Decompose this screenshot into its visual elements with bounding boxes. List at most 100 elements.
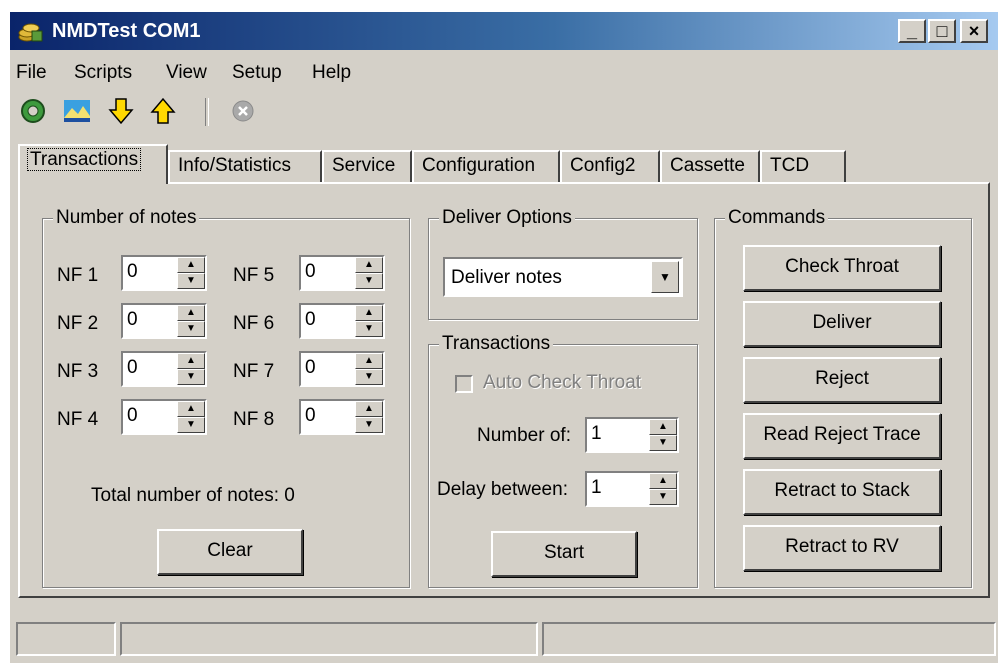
tab-cassette[interactable]: Cassette — [660, 150, 760, 182]
spin-up-icon[interactable]: ▲ — [355, 257, 383, 273]
arrow-down-icon[interactable] — [106, 96, 136, 126]
number-of-value: 1 — [591, 423, 602, 444]
deliver-options-group: Deliver Options Deliver notes ▼ — [428, 207, 698, 320]
deliver-button[interactable]: Deliver — [743, 301, 941, 347]
nf8-label: NF 8 — [233, 409, 275, 430]
spin-down-icon[interactable]: ▼ — [649, 435, 677, 451]
reject-button[interactable]: Reject — [743, 357, 941, 403]
nf7-label: NF 7 — [233, 361, 275, 382]
nf1-label: NF 1 — [57, 265, 99, 286]
transactions-group-title: Transactions — [439, 333, 554, 355]
transactions-panel: Number of notes NF 1 0 ▲ ▼ NF 2 0 ▲ ▼ NF 3… — [18, 182, 990, 598]
clear-button[interactable]: Clear — [157, 529, 303, 575]
nf4-value: 0 — [127, 405, 138, 426]
status-pane-3 — [542, 622, 996, 656]
spin-up-icon[interactable]: ▲ — [177, 305, 205, 321]
nf1-spinner[interactable]: 0 ▲ ▼ — [121, 255, 207, 291]
app-icon — [18, 23, 43, 42]
window-title: NMDTest COM1 — [52, 20, 201, 42]
tab-config2[interactable]: Config2 — [560, 150, 660, 182]
maximize-button[interactable]: □ — [928, 19, 956, 43]
minimize-button[interactable]: _ — [898, 19, 926, 43]
nf3-spinner[interactable]: 0 ▲ ▼ — [121, 351, 207, 387]
chevron-down-icon[interactable]: ▼ — [651, 261, 679, 293]
nf2-spinner[interactable]: 0 ▲ ▼ — [121, 303, 207, 339]
spin-down-icon[interactable]: ▼ — [177, 417, 205, 433]
nf7-value: 0 — [305, 357, 316, 378]
spin-down-icon[interactable]: ▼ — [177, 369, 205, 385]
delay-between-spinner[interactable]: 1 ▲ ▼ — [585, 471, 679, 507]
spin-down-icon[interactable]: ▼ — [177, 321, 205, 337]
spin-up-icon[interactable]: ▲ — [649, 473, 677, 489]
menu-scripts[interactable]: Scripts — [74, 62, 132, 84]
spin-down-icon[interactable]: ▼ — [355, 321, 383, 337]
toolbar-separator — [205, 98, 209, 126]
number-of-spinner[interactable]: 1 ▲ ▼ — [585, 417, 679, 453]
deliver-options-value: Deliver notes — [451, 267, 562, 288]
delay-between-label: Delay between: — [437, 479, 568, 500]
nf6-value: 0 — [305, 309, 316, 330]
notes-group-title: Number of notes — [53, 207, 200, 229]
spin-down-icon[interactable]: ▼ — [649, 489, 677, 505]
total-notes-label: Total number of notes: 0 — [91, 485, 295, 506]
commands-group: Commands Check Throat Deliver Reject Rea… — [714, 207, 972, 588]
nf8-spinner[interactable]: 0 ▲ ▼ — [299, 399, 385, 435]
check-throat-button[interactable]: Check Throat — [743, 245, 941, 291]
auto-check-throat-label: Auto Check Throat — [483, 372, 642, 393]
retract-to-stack-button[interactable]: Retract to Stack — [743, 469, 941, 515]
spin-down-icon[interactable]: ▼ — [177, 273, 205, 289]
spin-up-icon[interactable]: ▲ — [355, 353, 383, 369]
nf6-spinner[interactable]: 0 ▲ ▼ — [299, 303, 385, 339]
auto-check-throat-checkbox[interactable] — [455, 375, 473, 393]
deliver-options-title: Deliver Options — [439, 207, 575, 229]
landscape-icon[interactable] — [62, 96, 92, 126]
tab-transactions[interactable]: Transactions — [18, 144, 168, 184]
retract-to-rv-button[interactable]: Retract to RV — [743, 525, 941, 571]
tab-tcd[interactable]: TCD — [760, 150, 846, 182]
menu-setup[interactable]: Setup — [232, 62, 282, 84]
nf4-label: NF 4 — [57, 409, 99, 430]
menu-view[interactable]: View — [166, 62, 207, 84]
read-reject-trace-button[interactable]: Read Reject Trace — [743, 413, 941, 459]
nf4-spinner[interactable]: 0 ▲ ▼ — [121, 399, 207, 435]
stop-icon[interactable] — [228, 96, 258, 126]
transactions-group: Transactions Auto Check Throat Number of… — [428, 333, 698, 588]
nf5-spinner[interactable]: 0 ▲ ▼ — [299, 255, 385, 291]
nf5-label: NF 5 — [233, 265, 275, 286]
spin-up-icon[interactable]: ▲ — [177, 257, 205, 273]
tab-configuration[interactable]: Configuration — [412, 150, 560, 182]
refresh-icon[interactable] — [18, 96, 48, 126]
menu-file[interactable]: File — [16, 62, 47, 84]
nf8-value: 0 — [305, 405, 316, 426]
nf1-value: 0 — [127, 261, 138, 282]
spin-up-icon[interactable]: ▲ — [355, 401, 383, 417]
delay-between-value: 1 — [591, 477, 602, 498]
spin-up-icon[interactable]: ▲ — [649, 419, 677, 435]
nf5-value: 0 — [305, 261, 316, 282]
spin-down-icon[interactable]: ▼ — [355, 273, 383, 289]
nf3-label: NF 3 — [57, 361, 99, 382]
title-bar[interactable]: NMDTest COM1 _ □ × — [10, 12, 998, 50]
arrow-up-icon[interactable] — [148, 96, 178, 126]
nf2-label: NF 2 — [57, 313, 99, 334]
spin-up-icon[interactable]: ▲ — [177, 401, 205, 417]
spin-down-icon[interactable]: ▼ — [355, 369, 383, 385]
nf7-spinner[interactable]: 0 ▲ ▼ — [299, 351, 385, 387]
start-button[interactable]: Start — [491, 531, 637, 577]
notes-group: Number of notes NF 1 0 ▲ ▼ NF 2 0 ▲ ▼ NF 3… — [42, 207, 410, 588]
app-window: NMDTest COM1 _ □ × File Scripts View Set… — [10, 12, 998, 663]
spin-up-icon[interactable]: ▲ — [355, 305, 383, 321]
deliver-options-select[interactable]: Deliver notes ▼ — [443, 257, 683, 297]
commands-group-title: Commands — [725, 207, 829, 229]
tab-info-statistics[interactable]: Info/Statistics — [168, 150, 322, 182]
close-button[interactable]: × — [960, 19, 988, 43]
spin-down-icon[interactable]: ▼ — [355, 417, 383, 433]
status-pane-2 — [120, 622, 538, 656]
tab-service[interactable]: Service — [322, 150, 412, 182]
menu-help[interactable]: Help — [312, 62, 351, 84]
nf2-value: 0 — [127, 309, 138, 330]
nf3-value: 0 — [127, 357, 138, 378]
status-pane-1 — [16, 622, 116, 656]
spin-up-icon[interactable]: ▲ — [177, 353, 205, 369]
number-of-label: Number of: — [477, 425, 571, 446]
